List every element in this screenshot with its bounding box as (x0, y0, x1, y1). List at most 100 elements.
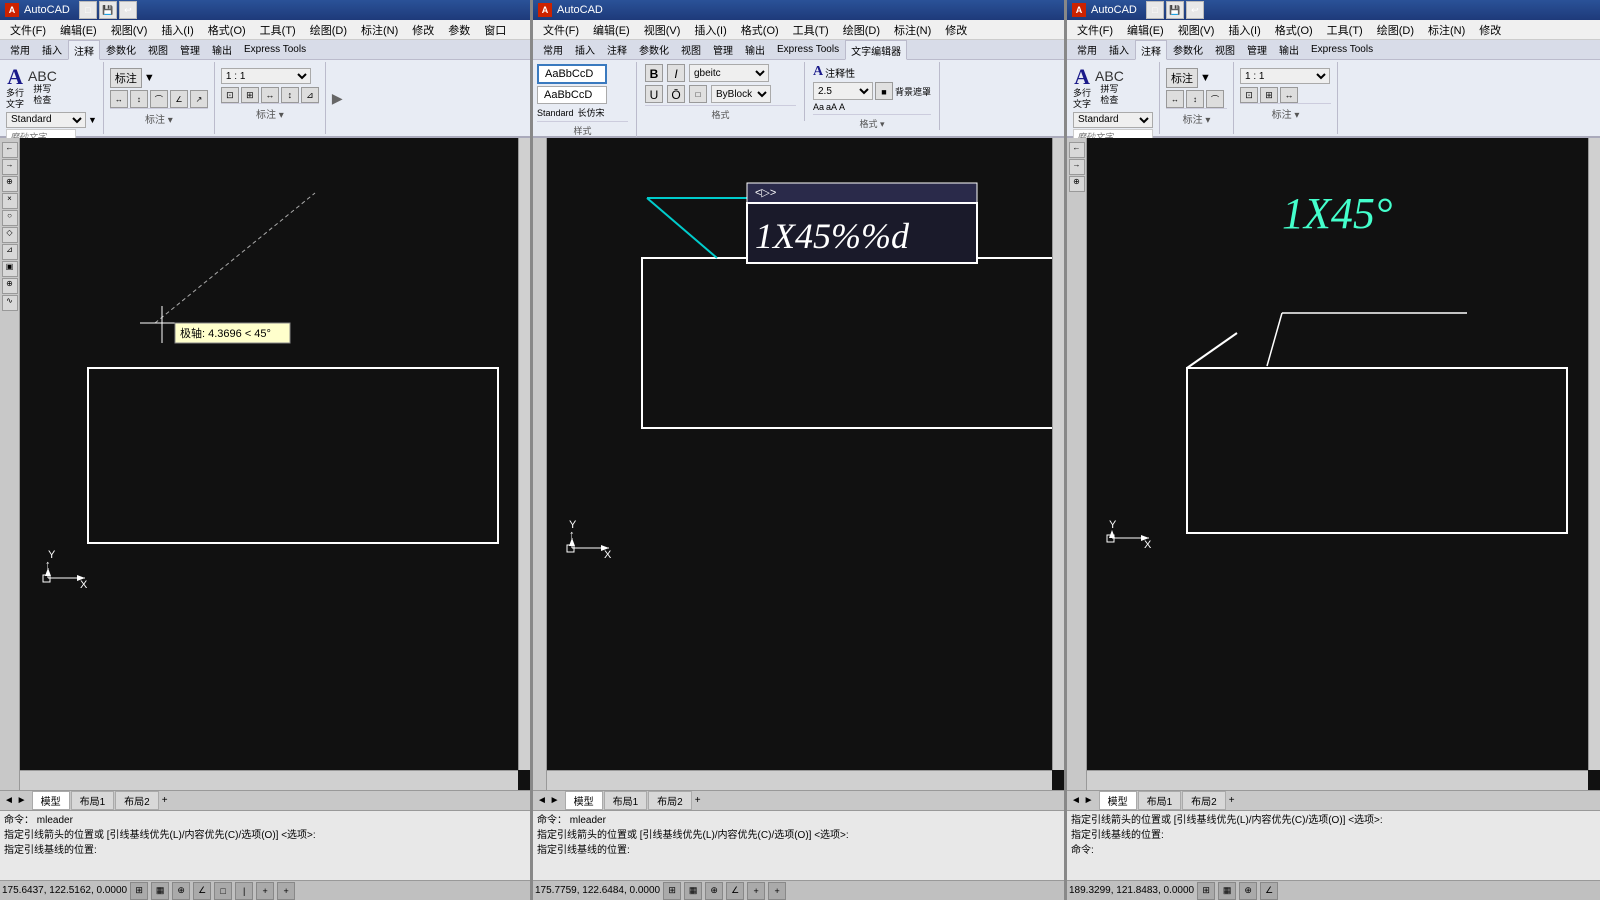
dim-btn-1[interactable]: 标注 (110, 68, 142, 88)
toolbar-btn-7[interactable]: ⊿ (2, 244, 18, 260)
menu-edit-2[interactable]: 编辑(E) (587, 20, 636, 40)
tab-manage-1[interactable]: 管理 (174, 39, 206, 59)
scale-btn-3-1[interactable]: ⊡ (1240, 87, 1258, 103)
toolbar-btn-3-1[interactable]: ← (1069, 142, 1085, 158)
text-style-select-1[interactable]: Standard (6, 112, 86, 128)
tab-add-3[interactable]: + (1229, 795, 1235, 806)
toolbar-btn-3-2[interactable]: → (1069, 159, 1085, 175)
bold-btn-2[interactable]: B (645, 64, 663, 82)
tab-output-1[interactable]: 输出 (206, 39, 238, 59)
menu-window-1[interactable]: 窗口 (478, 20, 512, 40)
status-icon-5[interactable]: □ (214, 882, 232, 900)
dim-dropdown-1[interactable]: ▼ (144, 72, 155, 84)
new-btn-1[interactable]: □ (79, 1, 97, 19)
tab-model-3[interactable]: 模型 (1099, 791, 1137, 810)
tab-layout2-1[interactable]: 布局2 (115, 791, 159, 810)
byblock-check-2[interactable]: □ (689, 85, 707, 103)
tab-model-2[interactable]: 模型 (565, 791, 603, 810)
tab-layout1-3[interactable]: 布局1 (1138, 791, 1182, 810)
dim-sub-4[interactable]: ∠ (170, 90, 188, 108)
scale-select-3[interactable]: 1 : 1 (1240, 68, 1330, 84)
menu-modify-3[interactable]: 修改 (1473, 20, 1507, 40)
toolbar-btn-2[interactable]: → (2, 159, 18, 175)
italic-btn-2[interactable]: I (667, 64, 685, 82)
status-icon-6[interactable]: | (235, 882, 253, 900)
menu-edit-1[interactable]: 编辑(E) (54, 20, 103, 40)
scrollbar-h-1[interactable] (20, 770, 518, 790)
spell-check-btn-3[interactable]: ABC 拼写检查 (1095, 68, 1124, 106)
tab-annotation-1[interactable]: 注释 (68, 40, 100, 60)
tab-arrow-left-3[interactable]: ◄ ► (1071, 795, 1094, 806)
size-select-2[interactable]: 2.5 (813, 82, 873, 100)
menu-view-3[interactable]: 视图(V) (1172, 20, 1221, 40)
menu-dim-3[interactable]: 标注(N) (1422, 20, 1471, 40)
status-icon-3-3[interactable]: ⊕ (1239, 882, 1257, 900)
menu-format-3[interactable]: 格式(O) (1269, 20, 1319, 40)
scale-btn-3-2[interactable]: ⊞ (1260, 87, 1278, 103)
tab-common-3[interactable]: 常用 (1071, 39, 1103, 59)
tab-arrow-left-1[interactable]: ◄ ► (4, 795, 27, 806)
style-dropdown-1[interactable]: ▼ (88, 115, 97, 125)
tab-annotation-2[interactable]: 注释 (601, 39, 633, 59)
tab-view-1[interactable]: 视图 (142, 39, 174, 59)
panel3-drawing[interactable]: ← → ⊕ 1X45° (1067, 138, 1600, 790)
scale-btn-4[interactable]: ↕ (281, 87, 299, 103)
underline-btn-2[interactable]: U (645, 85, 663, 103)
scrollbar-v-3[interactable] (1588, 138, 1600, 770)
toolbar-btn-3[interactable]: ⊕ (2, 176, 18, 192)
spell-check-btn-1[interactable]: ABC 拼写检查 (28, 68, 57, 106)
tab-express-2[interactable]: Express Tools (771, 39, 845, 59)
menu-file-2[interactable]: 文件(F) (537, 20, 585, 40)
tab-param-3[interactable]: 参数化 (1167, 39, 1209, 59)
menu-draw-2[interactable]: 绘图(D) (837, 20, 886, 40)
dim-sub-3-3[interactable]: ⌒ (1206, 90, 1224, 108)
tab-layout2-2[interactable]: 布局2 (648, 791, 692, 810)
toolbar-btn-9[interactable]: ⊕ (2, 278, 18, 294)
menu-format-1[interactable]: 格式(O) (202, 20, 252, 40)
status-icon-2-6[interactable]: + (768, 882, 786, 900)
menu-dim-2[interactable]: 标注(N) (888, 20, 937, 40)
tab-output-2[interactable]: 输出 (739, 39, 771, 59)
scale-btn-5[interactable]: ⊿ (301, 87, 319, 103)
toolbar-btn-1[interactable]: ← (2, 142, 18, 158)
dim-sub-2[interactable]: ↕ (130, 90, 148, 108)
scrollbar-v-2[interactable] (1052, 138, 1064, 770)
tab-arrow-left-2[interactable]: ◄ ► (537, 795, 560, 806)
status-icon-1[interactable]: ⊞ (130, 882, 148, 900)
scrollbar-h-3[interactable] (1087, 770, 1588, 790)
menu-file-3[interactable]: 文件(F) (1071, 20, 1119, 40)
menu-tools-2[interactable]: 工具(T) (787, 20, 835, 40)
dim-dropdown-3[interactable]: ▼ (1200, 72, 1211, 84)
menu-insert-3[interactable]: 插入(I) (1222, 20, 1266, 40)
tab-param-2[interactable]: 参数化 (633, 39, 675, 59)
tab-manage-3[interactable]: 管理 (1241, 39, 1273, 59)
menu-format-2[interactable]: 格式(O) (735, 20, 785, 40)
tab-texteditor-2[interactable]: 文字编辑器 (845, 40, 907, 60)
text-style-select-3[interactable]: Standard (1073, 112, 1153, 128)
dim-sub-5[interactable]: ↗ (190, 90, 208, 108)
save-btn-3[interactable]: 💾 (1166, 1, 1184, 19)
toolbar-btn-10[interactable]: ∿ (2, 295, 18, 311)
menu-insert-1[interactable]: 插入(I) (155, 20, 199, 40)
menu-insert-2[interactable]: 插入(I) (688, 20, 732, 40)
dim-btn-3[interactable]: 标注 (1166, 68, 1198, 88)
status-icon-2-3[interactable]: ⊕ (705, 882, 723, 900)
tab-view-3[interactable]: 视图 (1209, 39, 1241, 59)
tab-add-1[interactable]: + (162, 795, 168, 806)
status-icon-2-2[interactable]: ▦ (684, 882, 702, 900)
toolbar-btn-4[interactable]: × (2, 193, 18, 209)
toolbar-btn-5[interactable]: ○ (2, 210, 18, 226)
tab-layout1-1[interactable]: 布局1 (71, 791, 115, 810)
scale-btn-3[interactable]: ↔ (261, 87, 279, 103)
menu-view-2[interactable]: 视图(V) (638, 20, 687, 40)
dim-sub-3-2[interactable]: ↕ (1186, 90, 1204, 108)
status-icon-8[interactable]: + (277, 882, 295, 900)
tab-common-2[interactable]: 常用 (537, 39, 569, 59)
tab-layout1-2[interactable]: 布局1 (604, 791, 648, 810)
menu-dim-1[interactable]: 标注(N) (355, 20, 404, 40)
status-icon-2-1[interactable]: ⊞ (663, 882, 681, 900)
save-btn-1[interactable]: 💾 (99, 1, 117, 19)
menu-edit-3[interactable]: 编辑(E) (1121, 20, 1170, 40)
panel1-drawing[interactable]: ← → ⊕ × ○ ◇ ⊿ ▣ ⊕ ∿ (0, 138, 530, 790)
tab-insert-3[interactable]: 插入 (1103, 39, 1135, 59)
